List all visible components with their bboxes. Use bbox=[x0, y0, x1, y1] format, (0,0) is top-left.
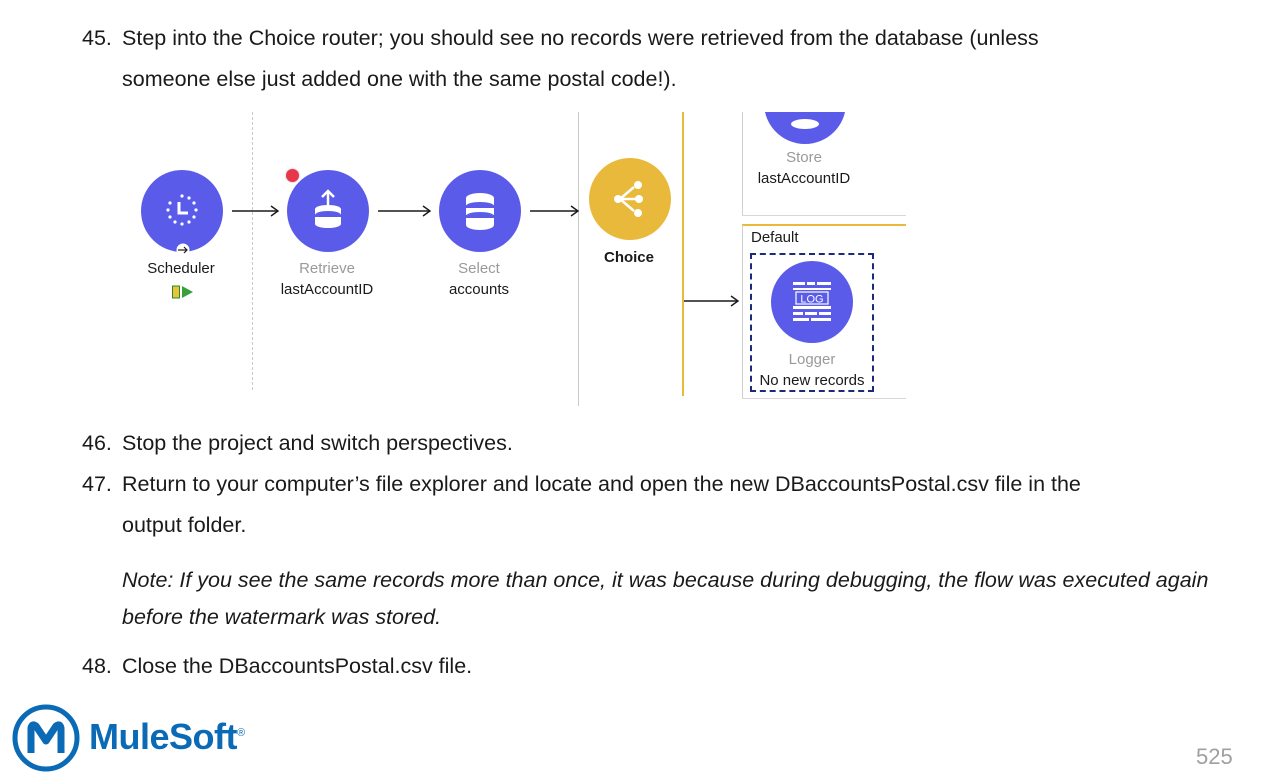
run-debug-icon[interactable] bbox=[172, 285, 194, 299]
brand-text: MuleSoft bbox=[89, 716, 237, 757]
page-number: 525 bbox=[1196, 744, 1233, 769]
component-name: No new records bbox=[759, 372, 865, 389]
mulesoft-logo-icon bbox=[12, 704, 80, 772]
step-47: 47. Return to your computer’s file explor… bbox=[82, 464, 1222, 546]
choice-router-icon bbox=[589, 158, 671, 240]
step-text-continued: someone else just added one with the sam… bbox=[122, 67, 677, 91]
arrow-icon bbox=[232, 205, 280, 217]
arrow-icon bbox=[684, 295, 740, 307]
component-name: Scheduler bbox=[147, 260, 215, 277]
note-text: Note: If you see the same records more t… bbox=[122, 568, 1209, 629]
event-source-icon bbox=[176, 243, 190, 257]
breakpoint-indicator[interactable] bbox=[286, 169, 299, 182]
scheduler-icon bbox=[141, 170, 223, 252]
step-number: 45. bbox=[82, 26, 112, 50]
arrow-icon bbox=[530, 205, 580, 217]
trademark: ® bbox=[236, 727, 245, 739]
component-name: lastAccountID bbox=[757, 170, 851, 187]
default-route-label: Default bbox=[751, 229, 799, 246]
mulesoft-logo: MuleSoft® bbox=[12, 704, 252, 774]
step-text: Close the DBaccountsPostal.csv file. bbox=[122, 654, 473, 678]
component-name: accounts bbox=[448, 281, 510, 298]
retrieve-icon bbox=[287, 170, 369, 252]
step-48: 48. Close the DBaccountsPostal.csv file. bbox=[82, 646, 1222, 687]
step-text: Stop the project and switch perspectives… bbox=[122, 431, 513, 455]
component-type: Retrieve bbox=[299, 260, 355, 277]
logger-icon: LOG bbox=[771, 261, 853, 343]
route-border bbox=[742, 215, 906, 216]
step-number: 46. bbox=[82, 431, 112, 455]
step-text-continued: output folder. bbox=[122, 513, 247, 537]
arrow-icon bbox=[378, 205, 432, 217]
brand-name: MuleSoft® bbox=[89, 716, 245, 758]
component-type: Store bbox=[786, 149, 822, 166]
step-number: 47. bbox=[82, 472, 112, 496]
database-icon bbox=[439, 170, 521, 252]
store-icon bbox=[764, 112, 846, 144]
component-name: Choice bbox=[603, 249, 654, 266]
step-text: Return to your computer’s file explorer … bbox=[122, 472, 1081, 496]
step-45: 45. Step into the Choice router; you shou… bbox=[82, 18, 1222, 100]
divider bbox=[252, 112, 254, 390]
logger-icon-text: LOG bbox=[800, 294, 823, 306]
step-46: 46. Stop the project and switch perspecti… bbox=[82, 423, 1222, 464]
step-number: 48. bbox=[82, 654, 112, 678]
route-border bbox=[742, 398, 906, 399]
step-text: Step into the Choice router; you should … bbox=[122, 26, 1039, 50]
default-route-top bbox=[742, 224, 906, 226]
component-type: Logger bbox=[788, 351, 836, 368]
store-icon-clip bbox=[762, 112, 848, 144]
component-name: lastAccountID bbox=[280, 281, 374, 298]
component-type: Select bbox=[458, 260, 500, 277]
